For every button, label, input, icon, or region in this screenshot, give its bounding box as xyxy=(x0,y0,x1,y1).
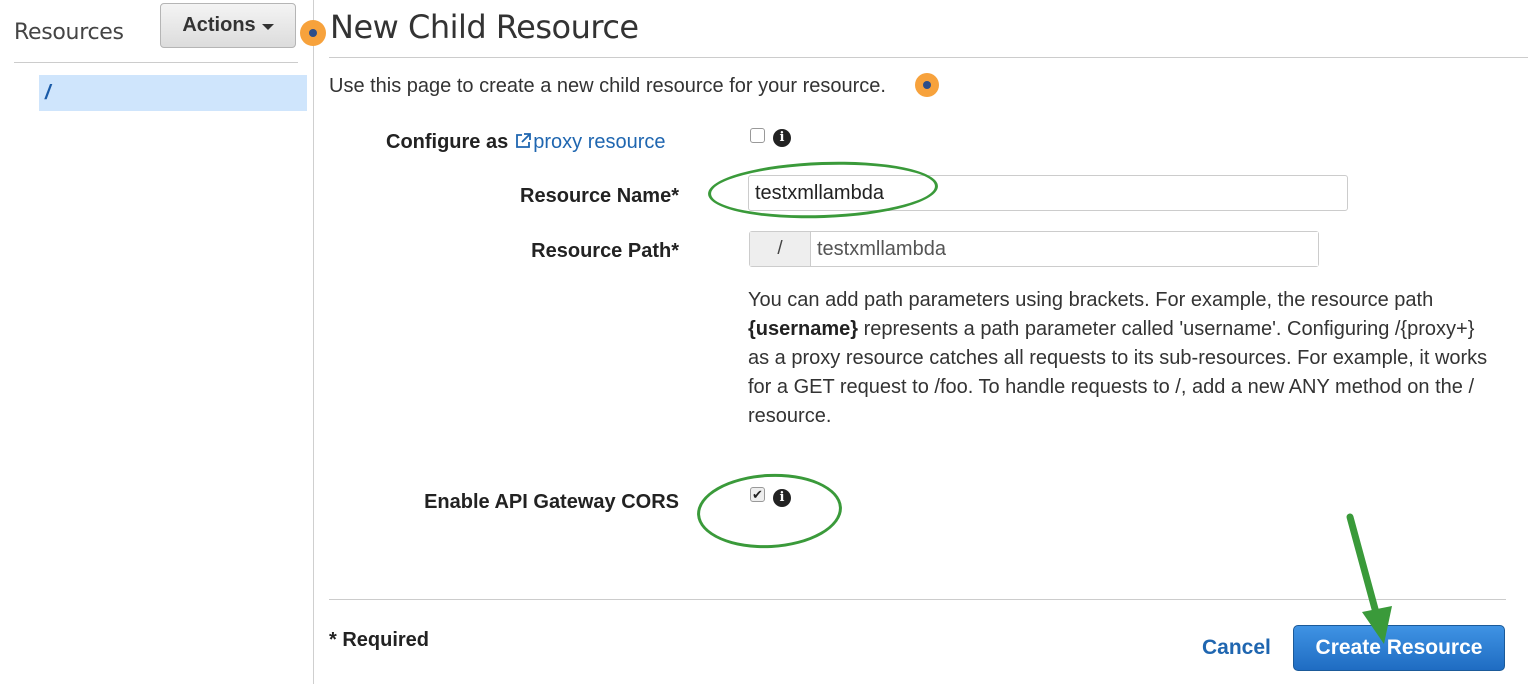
help-dot-icon[interactable] xyxy=(915,73,939,97)
help-text-part1: You can add path parameters using bracke… xyxy=(748,289,1434,311)
help-dot-icon[interactable] xyxy=(300,20,326,46)
footer-divider xyxy=(329,599,1506,600)
page-title: New Child Resource xyxy=(330,8,639,46)
annotation-arrow-icon xyxy=(1346,513,1392,644)
help-text-part2: represents a path parameter called 'user… xyxy=(748,318,1488,427)
external-link-icon xyxy=(514,132,532,156)
enable-cors-label: Enable API Gateway CORS xyxy=(424,491,679,513)
resource-name-label: Resource Name* xyxy=(520,185,679,207)
actions-dropdown-button[interactable]: Actions xyxy=(160,3,296,48)
resource-path-field: / xyxy=(749,231,1319,267)
cancel-button[interactable]: Cancel xyxy=(1202,636,1271,660)
chevron-down-icon xyxy=(261,23,274,30)
highlight-ellipse xyxy=(695,470,844,552)
sidebar-divider xyxy=(14,62,298,63)
configure-proxy-label: Configure as proxy resource xyxy=(386,131,666,156)
proxy-resource-link[interactable]: proxy resource xyxy=(533,131,665,153)
help-text-username: {username} xyxy=(748,318,859,340)
panel-divider xyxy=(313,0,314,684)
required-note: * Required xyxy=(329,629,430,651)
resource-path-prefix: / xyxy=(750,232,811,266)
intro-text: Use this page to create a new child reso… xyxy=(329,75,886,97)
resource-path-label: Resource Path* xyxy=(531,240,679,262)
resource-tree-root-item[interactable]: / xyxy=(39,75,307,111)
highlight-ellipse xyxy=(707,158,939,222)
resource-path-input[interactable] xyxy=(811,232,1318,266)
resources-heading: Resources xyxy=(14,20,124,45)
actions-label: Actions xyxy=(182,14,256,36)
path-help-text: You can add path parameters using bracke… xyxy=(748,286,1493,431)
proxy-resource-checkbox[interactable] xyxy=(750,128,765,143)
configure-as-text: Configure as xyxy=(386,131,509,153)
title-divider xyxy=(329,57,1528,58)
info-icon[interactable]: i xyxy=(773,129,791,147)
